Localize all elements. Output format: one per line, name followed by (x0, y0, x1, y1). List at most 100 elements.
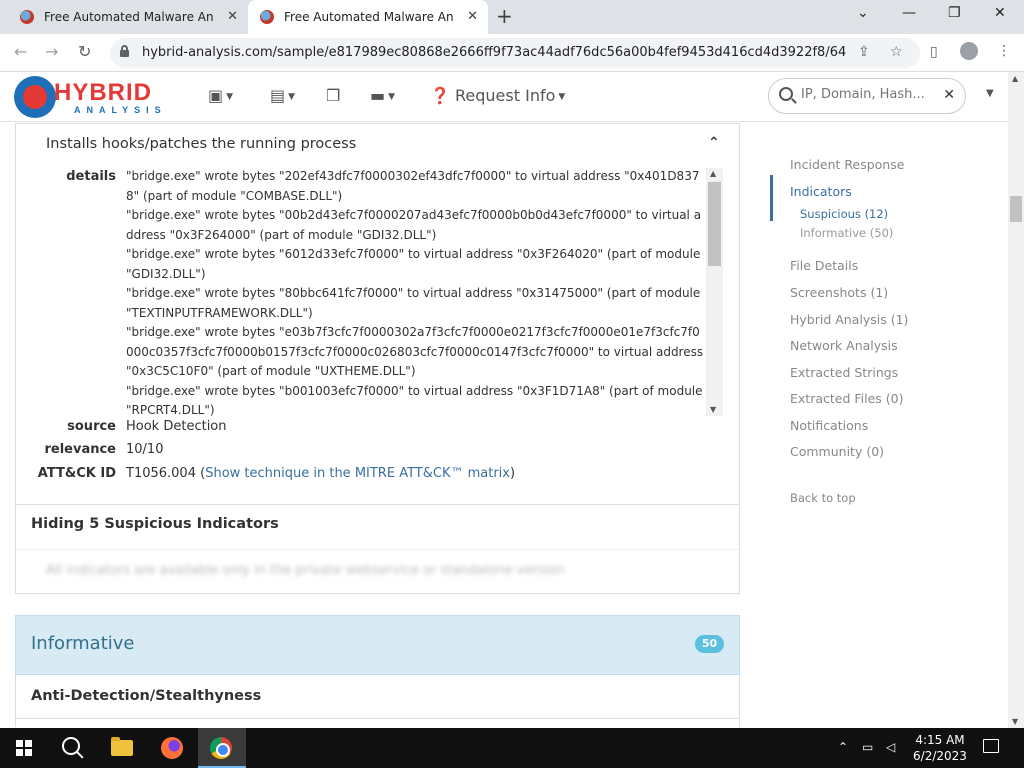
taskbar-clock[interactable]: 4:15 AM 6/2/2023 (910, 732, 970, 764)
side-nav-indicators[interactable]: Indicators (790, 184, 852, 199)
caret-down-icon: ▼ (558, 91, 566, 102)
profile-avatar-icon[interactable] (960, 42, 978, 60)
details-line: "bridge.exe" wrote bytes "00b2d43efc7f00… (126, 208, 702, 242)
mitre-attck-link[interactable]: Show technique in the MITRE ATT&CK™ matr… (205, 466, 510, 481)
folder-menu-button[interactable]: ▬ ▼ (370, 86, 395, 105)
attck-paren-open: ( (195, 466, 206, 481)
new-tab-button[interactable]: + (496, 4, 513, 28)
source-label: source (67, 419, 116, 434)
page-scrollbar-thumb[interactable] (1010, 196, 1022, 222)
logo-text: HYBRID (54, 79, 153, 106)
request-info-menu[interactable]: ❓ Request Info ▼ (430, 86, 565, 105)
details-line: "bridge.exe" wrote bytes "b001003efc7f00… (126, 383, 703, 418)
bookmark-star-icon[interactable]: ☆ (890, 44, 903, 60)
side-nav-informative[interactable]: Informative (50) (800, 226, 893, 240)
side-nav-community[interactable]: Community (0) (790, 444, 884, 459)
details-line: "bridge.exe" wrote bytes "80bbc641fc7f00… (126, 286, 701, 320)
clear-search-icon[interactable]: ✕ (943, 87, 955, 103)
back-arrow-icon[interactable]: ← (14, 42, 27, 61)
search-icon (779, 87, 793, 101)
details-scrollbar[interactable]: ▲ ▼ (706, 168, 723, 416)
url-text[interactable]: hybrid-analysis.com/sample/e817989ec8086… (142, 45, 847, 60)
file-menu-button[interactable]: ▤ ▼ (270, 86, 295, 105)
logo-mark-icon (14, 76, 56, 118)
side-nav-hybrid-analysis[interactable]: Hybrid Analysis (1) (790, 312, 908, 327)
lock-icon[interactable] (120, 45, 129, 57)
details-scroll-box[interactable]: "bridge.exe" wrote bytes "202ef43dfc7f00… (126, 167, 723, 417)
side-nav-screenshots[interactable]: Screenshots (1) (790, 285, 888, 300)
side-nav-extracted-files[interactable]: Extracted Files (0) (790, 391, 903, 406)
informative-header[interactable]: Informative 50 (15, 615, 740, 675)
tab-search-icon[interactable]: ⌄ (857, 5, 869, 21)
clock-date: 6/2/2023 (913, 749, 967, 763)
copy-button[interactable]: ❐ (326, 86, 340, 105)
back-to-top-link[interactable]: Back to top (790, 491, 856, 505)
active-indicator-bar (770, 175, 773, 221)
scrollbar-thumb[interactable] (708, 182, 721, 266)
taskbar-search-icon[interactable] (62, 737, 80, 755)
side-nav-incident-response[interactable]: Incident Response (790, 157, 904, 172)
folder-icon: ▬ (370, 86, 386, 105)
minimize-button[interactable]: — (902, 5, 916, 21)
network-icon[interactable]: ▭ (862, 740, 873, 754)
search-input[interactable] (801, 87, 931, 102)
attck-id-label: ATT&CK ID (37, 466, 116, 481)
main-content: Installs hooks/patches the running proce… (0, 123, 1008, 727)
details-line: "bridge.exe" wrote bytes "202ef43dfc7f00… (126, 169, 700, 203)
side-nav-extracted-strings[interactable]: Extracted Strings (790, 365, 898, 380)
tray-chevron-up-icon[interactable]: ⌃ (838, 740, 848, 754)
page-scrollbar[interactable]: ▲ ▼ (1008, 72, 1024, 728)
copy-icon: ❐ (326, 86, 341, 105)
attck-id-value: T1056.004 (126, 466, 196, 481)
hybrid-analysis-logo[interactable]: HYBRID ANALYSIS (14, 76, 180, 118)
browser-tab-2[interactable]: Free Automated Malware Analysis ✕ (248, 0, 488, 34)
site-header: HYBRID ANALYSIS ▣ ▼ ▤ ▼ ❐ ▬ ▼ ❓ Request Inf… (0, 72, 1008, 122)
share-icon[interactable]: ⇪ (858, 44, 870, 60)
anti-detection-title: Anti-Detection/Stealthyness (31, 688, 262, 704)
attck-id-row: T1056.004 (Show technique in the MITRE A… (126, 466, 515, 481)
search-options-caret-icon[interactable]: ▼ (986, 88, 994, 99)
browser-menu-icon[interactable]: ⋮ (997, 43, 1011, 59)
chevron-up-icon[interactable]: ⌃ (708, 135, 720, 151)
informative-count-badge: 50 (695, 635, 724, 653)
scroll-up-icon[interactable]: ▲ (710, 169, 716, 178)
side-nav-suspicious[interactable]: Suspicious (12) (800, 207, 888, 221)
close-window-button[interactable]: ✕ (994, 5, 1006, 21)
question-circle-icon: ❓ (430, 86, 450, 105)
windows-start-icon[interactable] (16, 740, 32, 756)
details-line: "bridge.exe" wrote bytes "6012d33efc7f00… (126, 247, 701, 281)
details-text: "bridge.exe" wrote bytes "202ef43dfc7f00… (126, 167, 706, 417)
forward-arrow-icon[interactable]: → (45, 42, 58, 61)
browser-tab-1[interactable]: Free Automated Malware Analysis ✕ (0, 0, 248, 34)
notification-center-icon[interactable] (983, 739, 999, 753)
relevance-label: relevance (44, 442, 116, 457)
close-tab-icon[interactable]: ✕ (467, 9, 478, 24)
close-tab-icon[interactable]: ✕ (227, 9, 238, 24)
reload-icon[interactable]: ↻ (78, 42, 91, 61)
indicator-title[interactable]: Installs hooks/patches the running proce… (46, 136, 356, 152)
scroll-down-icon[interactable]: ▼ (1012, 717, 1018, 726)
hybrid-analysis-favicon-icon (260, 10, 274, 24)
maximize-button[interactable]: ❐ (948, 5, 961, 21)
scroll-up-icon[interactable]: ▲ (1012, 74, 1018, 83)
side-panel-icon[interactable]: ▯ (930, 44, 938, 60)
caret-down-icon: ▼ (388, 91, 396, 102)
tab-title: Free Automated Malware Analysis (284, 10, 454, 24)
side-nav-file-details[interactable]: File Details (790, 258, 858, 273)
scroll-down-icon[interactable]: ▼ (710, 405, 716, 414)
cube-icon: ▣ (208, 86, 224, 105)
firefox-icon[interactable] (161, 737, 183, 759)
file-icon: ▤ (270, 86, 286, 105)
informative-title: Informative (31, 633, 135, 654)
attck-paren-close: ) (509, 466, 516, 481)
file-explorer-icon[interactable] (111, 737, 133, 756)
chrome-icon[interactable] (210, 737, 232, 759)
clock-time: 4:15 AM (915, 733, 965, 747)
side-nav-network-analysis[interactable]: Network Analysis (790, 338, 898, 353)
side-nav-notifications[interactable]: Notifications (790, 418, 868, 433)
source-value: Hook Detection (126, 419, 227, 434)
cube-menu-button[interactable]: ▣ ▼ (208, 86, 233, 105)
address-bar[interactable]: hybrid-analysis.com/sample/e817989ec8086… (110, 38, 920, 68)
volume-muted-icon[interactable]: ◁ (886, 740, 895, 754)
site-search[interactable]: ✕ (768, 78, 966, 114)
